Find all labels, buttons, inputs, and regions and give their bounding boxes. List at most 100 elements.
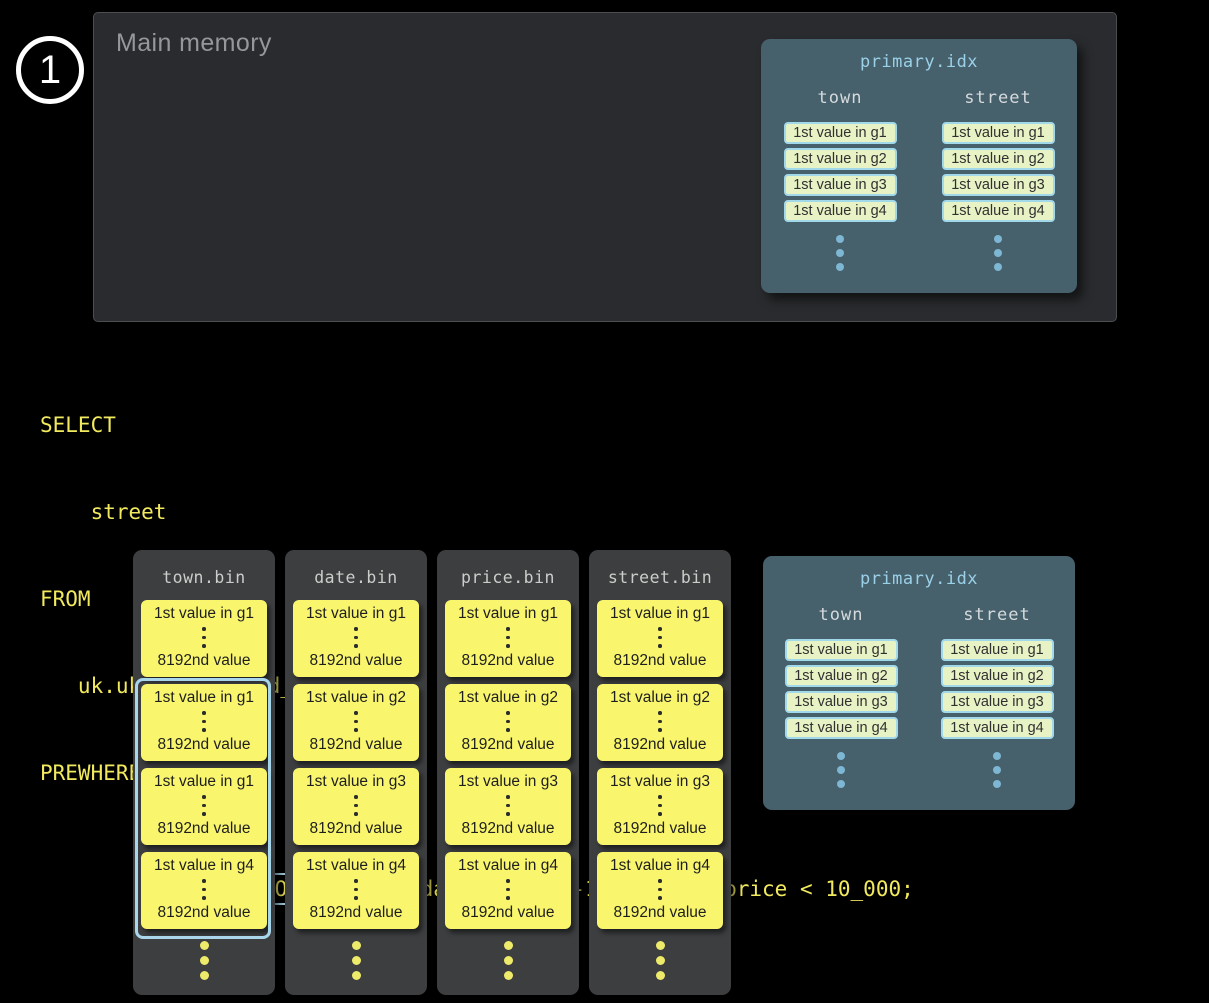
idx-entry: 1st value in g1: [942, 122, 1055, 144]
ellipsis-icon: [658, 879, 662, 900]
granule-block: 1st value in g2 8192nd value: [445, 684, 571, 761]
ellipsis-icon: [589, 941, 731, 980]
ellipsis-icon: [506, 795, 510, 816]
granule-block: 1st value in g1 8192nd value: [597, 600, 723, 677]
bin-file-title: price.bin: [437, 550, 579, 587]
ellipsis-icon: [133, 941, 275, 980]
bin-file-town: town.bin 1st value in g1 8192nd value 1s…: [133, 550, 275, 995]
granule-last-value: 8192nd value: [613, 820, 706, 838]
bin-file-date: date.bin 1st value in g1 8192nd value 1s…: [285, 550, 427, 995]
idx-entry: 1st value in g3: [784, 174, 897, 196]
idx-entry: 1st value in g3: [942, 174, 1055, 196]
granule-last-value: 8192nd value: [309, 820, 402, 838]
granule-last-value: 8192nd value: [461, 904, 554, 922]
granule-block: 1st value in g1 8192nd value: [293, 600, 419, 677]
granule-block: 1st value in g2 8192nd value: [293, 684, 419, 761]
step-number-badge: 1: [16, 36, 84, 104]
idx-entry: 1st value in g2: [785, 665, 898, 687]
idx-entry: 1st value in g4: [784, 200, 897, 222]
ellipsis-icon: [202, 879, 206, 900]
idx-entry: 1st value in g4: [941, 717, 1054, 739]
ellipsis-icon: [354, 795, 358, 816]
idx-entry: 1st value in g2: [941, 665, 1054, 687]
granule-last-value: 8192nd value: [613, 652, 706, 670]
granule-first-value: 1st value in g1: [610, 605, 710, 623]
idx-column-header: street: [964, 88, 1031, 108]
ellipsis-icon: [354, 879, 358, 900]
granule-first-value: 1st value in g3: [458, 773, 558, 791]
primary-idx-box-memory: primary.idx town 1st value in g1 1st val…: [761, 39, 1077, 293]
granule-block: 1st value in g1 8192nd value: [141, 768, 267, 845]
diagram-canvas: 1 Main memory primary.idx town 1st value…: [0, 0, 1209, 1003]
granule-block: 1st value in g1 8192nd value: [141, 684, 267, 761]
granule-last-value: 8192nd value: [157, 904, 250, 922]
idx-column-header: town: [819, 605, 864, 625]
idx-column-header: street: [963, 605, 1030, 625]
primary-idx-title: primary.idx: [763, 556, 1075, 589]
granule-first-value: 1st value in g1: [154, 773, 254, 791]
idx-entry: 1st value in g1: [784, 122, 897, 144]
idx-entry: 1st value in g3: [785, 691, 898, 713]
granule-first-value: 1st value in g3: [306, 773, 406, 791]
granule-last-value: 8192nd value: [461, 736, 554, 754]
granule-block: 1st value in g2 8192nd value: [597, 684, 723, 761]
ellipsis-icon: [437, 941, 579, 980]
idx-entry: 1st value in g1: [941, 639, 1054, 661]
ellipsis-icon: [658, 711, 662, 732]
idx-column-street: street 1st value in g1 1st value in g2 1…: [919, 605, 1075, 788]
granule-first-value: 1st value in g1: [154, 689, 254, 707]
idx-column-town: town 1st value in g1 1st value in g2 1st…: [761, 88, 919, 271]
ellipsis-icon: [993, 752, 1001, 788]
step-number: 1: [39, 48, 61, 93]
ellipsis-icon: [354, 711, 358, 732]
granule-last-value: 8192nd value: [461, 652, 554, 670]
ellipsis-icon: [506, 879, 510, 900]
ellipsis-icon: [658, 795, 662, 816]
granule-block: 1st value in g4 8192nd value: [293, 852, 419, 929]
idx-entry: 1st value in g4: [785, 717, 898, 739]
granule-block: 1st value in g4 8192nd value: [445, 852, 571, 929]
bin-file-title: street.bin: [589, 550, 731, 587]
granule-first-value: 1st value in g4: [458, 857, 558, 875]
idx-entry: 1st value in g1: [785, 639, 898, 661]
granule-block: 1st value in g4 8192nd value: [141, 852, 267, 929]
sql-from-keyword: FROM: [40, 587, 91, 611]
granule-last-value: 8192nd value: [157, 652, 250, 670]
granule-block: 1st value in g1 8192nd value: [141, 600, 267, 677]
ellipsis-icon: [202, 627, 206, 648]
granule-block: 1st value in g1 8192nd value: [445, 600, 571, 677]
ellipsis-icon: [202, 795, 206, 816]
sql-select-column: street: [40, 500, 166, 524]
granule-first-value: 1st value in g4: [610, 857, 710, 875]
granule-first-value: 1st value in g1: [458, 605, 558, 623]
granule-first-value: 1st value in g3: [610, 773, 710, 791]
primary-idx-title: primary.idx: [761, 39, 1077, 72]
granule-last-value: 8192nd value: [309, 652, 402, 670]
granule-first-value: 1st value in g1: [306, 605, 406, 623]
bin-file-title: town.bin: [133, 550, 275, 587]
granule-block: 1st value in g3 8192nd value: [445, 768, 571, 845]
idx-entry: 1st value in g2: [784, 148, 897, 170]
granule-last-value: 8192nd value: [613, 736, 706, 754]
granule-last-value: 8192nd value: [157, 820, 250, 838]
bin-file-price: price.bin 1st value in g1 8192nd value 1…: [437, 550, 579, 995]
granule-last-value: 8192nd value: [157, 736, 250, 754]
granule-first-value: 1st value in g4: [154, 857, 254, 875]
granule-last-value: 8192nd value: [309, 904, 402, 922]
granule-block: 1st value in g3 8192nd value: [597, 768, 723, 845]
ellipsis-icon: [836, 235, 844, 271]
ellipsis-icon: [506, 711, 510, 732]
idx-column-street: street 1st value in g1 1st value in g2 1…: [919, 88, 1077, 271]
idx-entry: 1st value in g3: [941, 691, 1054, 713]
ellipsis-icon: [994, 235, 1002, 271]
ellipsis-icon: [506, 627, 510, 648]
ellipsis-icon: [354, 627, 358, 648]
granule-first-value: 1st value in g2: [458, 689, 558, 707]
granule-first-value: 1st value in g2: [610, 689, 710, 707]
ellipsis-icon: [202, 711, 206, 732]
idx-column-town: town 1st value in g1 1st value in g2 1st…: [763, 605, 919, 788]
sql-prewhere-keyword: PREWHERE: [40, 761, 141, 785]
idx-column-header: town: [818, 88, 863, 108]
granule-block: 1st value in g3 8192nd value: [293, 768, 419, 845]
granule-first-value: 1st value in g2: [306, 689, 406, 707]
